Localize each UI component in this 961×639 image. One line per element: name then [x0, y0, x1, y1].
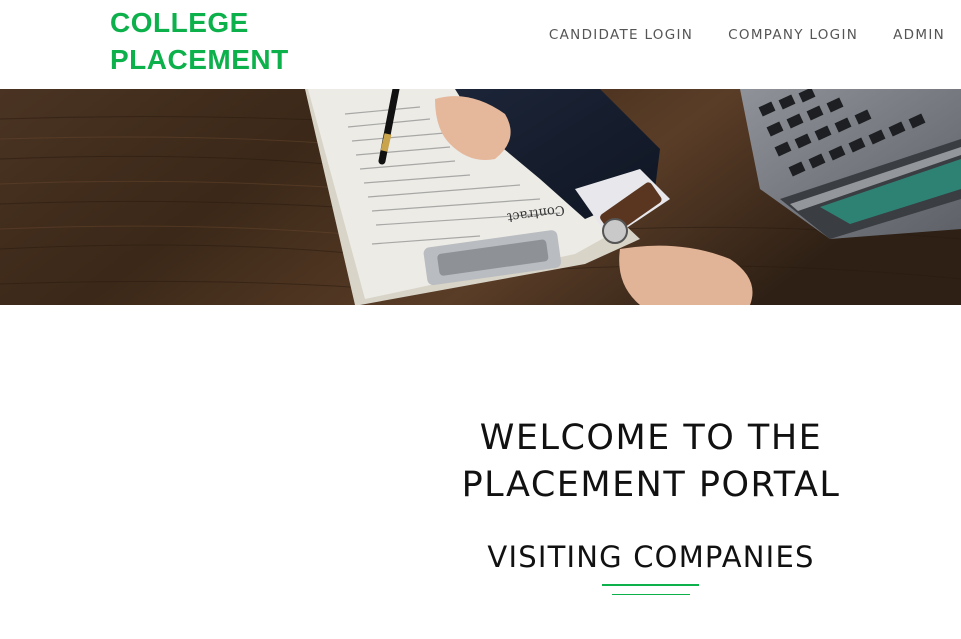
brand-logo[interactable]: COLLEGE PLACEMENT	[110, 4, 289, 78]
main-nav: CANDIDATE LOGIN COMPANY LOGIN ADMIN	[549, 27, 945, 43]
nav-admin[interactable]: ADMIN	[893, 27, 945, 43]
welcome-heading: WELCOME TO THE PLACEMENT PORTAL	[400, 415, 902, 509]
nav-candidate-login[interactable]: CANDIDATE LOGIN	[549, 27, 693, 43]
visiting-companies-title: VISITING COMPANIES	[487, 540, 815, 574]
site-header: COLLEGE PLACEMENT CANDIDATE LOGIN COMPAN…	[0, 0, 961, 89]
title-underline-secondary	[612, 594, 690, 595]
welcome-line-2: PLACEMENT PORTAL	[461, 465, 841, 505]
nav-company-login[interactable]: COMPANY LOGIN	[728, 27, 858, 43]
welcome-line-1: WELCOME TO THE	[479, 418, 823, 458]
hero-banner: Contract	[0, 89, 961, 305]
title-underline-primary	[602, 584, 699, 586]
brand-line-2: PLACEMENT	[110, 44, 289, 75]
hero-image: Contract	[0, 89, 961, 305]
brand-line-1: COLLEGE	[110, 7, 249, 38]
